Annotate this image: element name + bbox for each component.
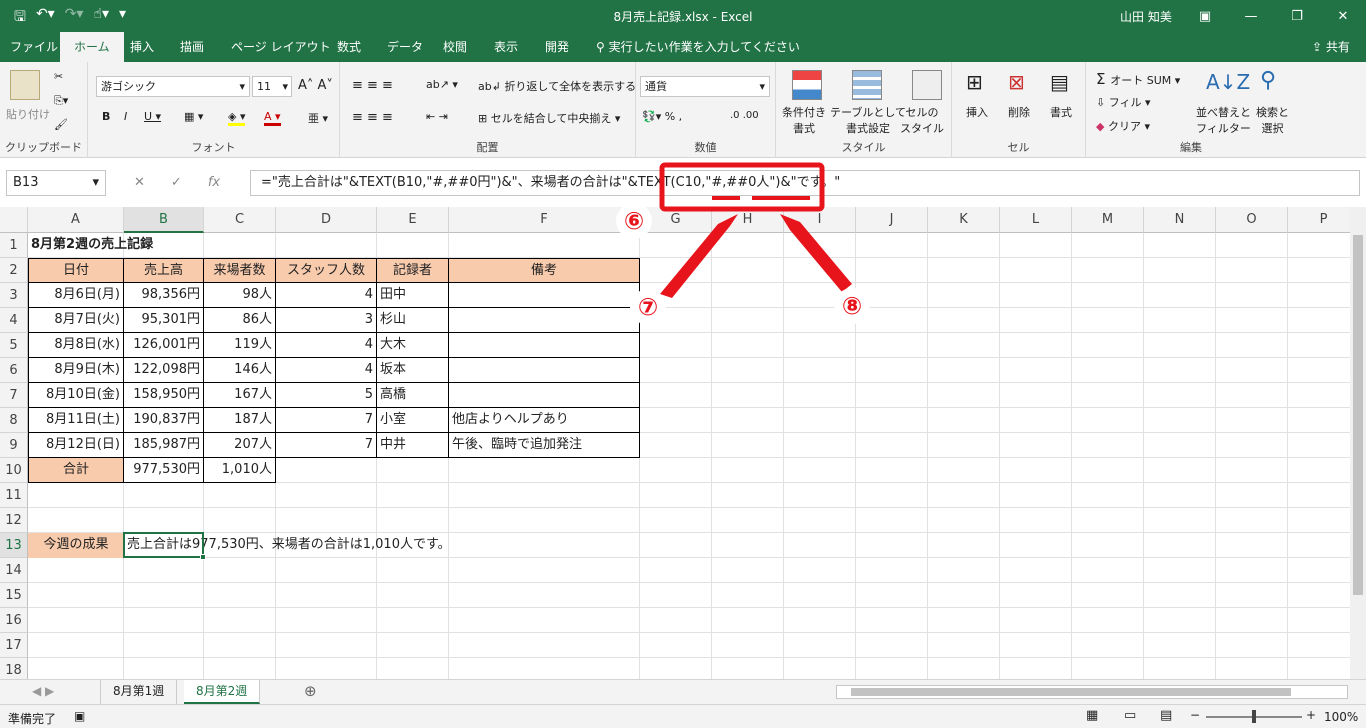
zoom-slider-thumb[interactable]: [1252, 710, 1256, 723]
page-break-view-icon[interactable]: ▤: [1160, 708, 1172, 723]
annotation-overlay: [659, 162, 852, 298]
status-ready: 準備完了: [8, 712, 57, 726]
zoom-level[interactable]: 100%: [1324, 710, 1358, 724]
sheet-tab-week1[interactable]: 8月第1週: [100, 680, 178, 704]
status-bar: 準備完了 ▣ ▦ ▭ ▤ − + 100%: [0, 704, 1366, 728]
callout-6: ⑥: [616, 203, 652, 239]
add-sheet-icon[interactable]: ⊕: [292, 680, 329, 704]
page-layout-view-icon[interactable]: ▭: [1124, 708, 1136, 723]
callout-8: ⑧: [834, 288, 870, 324]
callout-7: ⑦: [630, 289, 666, 325]
sheet-tab-week2[interactable]: 8月第2週: [184, 680, 261, 704]
arrow-8: [780, 214, 852, 292]
highlight-box: [659, 162, 825, 212]
arrow-7: [660, 214, 738, 298]
horizontal-scrollbar[interactable]: [836, 685, 1348, 699]
sheet-nav-icon[interactable]: ◀ ▶: [20, 680, 66, 704]
scroll-thumb[interactable]: [851, 688, 1291, 696]
macro-record-icon[interactable]: ▣: [74, 709, 85, 723]
sheet-tab-bar: ◀ ▶ 8月第1週 8月第2週 ⊕: [0, 679, 1366, 704]
zoom-in-icon[interactable]: +: [1306, 708, 1316, 722]
normal-view-icon[interactable]: ▦: [1086, 708, 1098, 723]
zoom-slider[interactable]: [1206, 710, 1302, 723]
zoom-out-icon[interactable]: −: [1190, 708, 1200, 722]
